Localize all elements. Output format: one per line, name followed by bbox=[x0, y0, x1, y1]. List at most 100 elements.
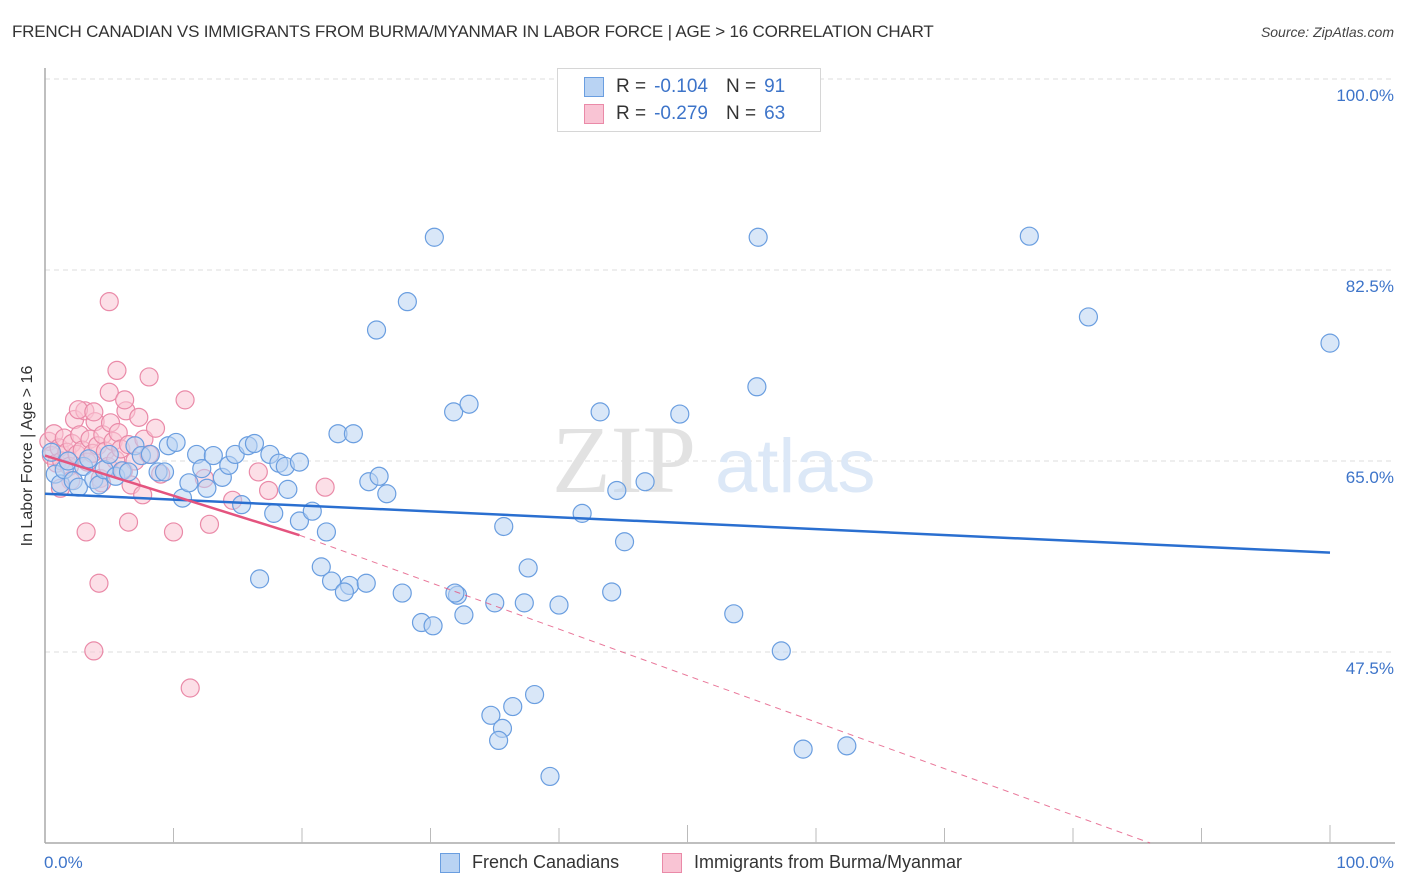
data-point-french-canadians bbox=[748, 227, 768, 247]
data-point-french-canadians bbox=[793, 739, 813, 759]
r-label: R = bbox=[616, 103, 647, 124]
data-point-french-canadians bbox=[771, 641, 791, 661]
data-point-immigrants-burma bbox=[175, 390, 195, 410]
watermark: ZIP atlas bbox=[552, 406, 876, 513]
stats-legend: R = -0.104 N = 91 R = -0.279 N = 63 bbox=[557, 68, 821, 132]
legend-row-french-canadians: R = -0.104 N = 91 bbox=[584, 75, 785, 99]
data-point-french-canadians bbox=[232, 495, 252, 515]
data-point-french-canadians bbox=[1019, 226, 1039, 246]
pink-swatch-icon bbox=[662, 852, 682, 873]
data-point-immigrants-burma bbox=[199, 514, 220, 534]
data-point-french-canadians bbox=[607, 480, 627, 501]
data-point-french-canadians bbox=[590, 402, 610, 422]
r-value: -0.104 bbox=[654, 76, 708, 97]
series-legend: French Canadians Immigrants from Burma/M… bbox=[0, 852, 1406, 878]
blue-swatch-icon bbox=[584, 77, 604, 97]
y-tick-label: 82.5% bbox=[1345, 277, 1394, 296]
gridlines bbox=[45, 78, 1395, 653]
data-point-french-canadians bbox=[747, 377, 767, 397]
data-point-french-canadians bbox=[356, 573, 376, 593]
data-point-immigrants-burma bbox=[139, 367, 159, 387]
data-point-french-canadians bbox=[179, 473, 199, 493]
data-point-french-canadians bbox=[79, 449, 99, 469]
data-point-immigrants-burma bbox=[180, 678, 200, 698]
data-point-immigrants-burma bbox=[258, 480, 279, 501]
data-point-immigrants-burma bbox=[107, 360, 127, 381]
data-point-immigrants-burma bbox=[84, 402, 104, 422]
data-point-french-canadians bbox=[377, 484, 397, 504]
data-point-french-canadians bbox=[454, 605, 474, 625]
data-point-immigrants-burma bbox=[248, 462, 268, 482]
data-point-french-canadians bbox=[614, 532, 635, 552]
data-point-french-canadians bbox=[343, 424, 363, 444]
data-point-french-canadians bbox=[540, 766, 560, 787]
data-point-french-canadians bbox=[1320, 333, 1340, 353]
r-value: -0.279 bbox=[654, 103, 708, 124]
data-point-french-canadians bbox=[392, 583, 412, 603]
data-point-french-canadians bbox=[203, 445, 223, 466]
data-point-french-canadians bbox=[1078, 307, 1099, 327]
r-label: R = bbox=[616, 76, 647, 97]
data-point-french-canadians bbox=[837, 736, 857, 756]
data-point-french-canadians bbox=[264, 503, 284, 523]
data-point-immigrants-burma bbox=[89, 573, 109, 593]
data-point-french-canadians bbox=[445, 583, 465, 603]
legend-item-immigrants-burma[interactable]: Immigrants from Burma/Myanmar bbox=[662, 852, 962, 873]
data-point-immigrants-burma bbox=[129, 407, 149, 427]
data-point-french-canadians bbox=[249, 569, 270, 589]
data-point-immigrants-burma bbox=[163, 522, 184, 542]
data-point-immigrants-burma bbox=[118, 512, 139, 532]
data-point-french-canadians bbox=[334, 582, 355, 602]
data-point-french-canadians bbox=[99, 444, 119, 465]
data-point-french-canadians bbox=[514, 593, 534, 613]
n-value: 63 bbox=[764, 103, 786, 124]
data-point-french-canadians bbox=[118, 462, 139, 482]
data-point-immigrants-burma bbox=[315, 477, 335, 497]
data-point-french-canadians bbox=[485, 593, 505, 613]
trend-lines bbox=[44, 454, 1331, 844]
data-point-french-canadians bbox=[524, 684, 545, 705]
data-point-french-canadians bbox=[670, 404, 690, 424]
watermark-atlas: atlas bbox=[715, 424, 876, 509]
legend-label: Immigrants from Burma/Myanmar bbox=[694, 852, 963, 872]
legend-row-immigrants-burma: R = -0.279 N = 63 bbox=[584, 102, 785, 126]
trend-line-immigrants-burma-extrapolated bbox=[299, 534, 1151, 844]
data-point-french-canadians bbox=[397, 292, 417, 312]
n-label: N = bbox=[725, 76, 757, 97]
data-point-french-canadians bbox=[369, 466, 389, 486]
data-point-french-canadians bbox=[459, 394, 479, 414]
n-label: N = bbox=[725, 103, 757, 124]
data-point-immigrants-burma bbox=[115, 390, 135, 410]
data-point-french-canadians bbox=[635, 472, 655, 492]
y-axis-label: In Labor Force | Age > 16 bbox=[19, 365, 36, 547]
y-tick-label: 65.0% bbox=[1345, 468, 1394, 487]
data-point-french-canadians bbox=[244, 433, 265, 454]
data-point-immigrants-burma bbox=[84, 641, 104, 661]
data-point-french-canadians bbox=[316, 522, 337, 542]
watermark-zip: ZIP bbox=[552, 406, 696, 513]
n-value: 91 bbox=[764, 76, 786, 97]
legend-label: French Canadians bbox=[472, 852, 620, 872]
data-point-french-canadians bbox=[423, 616, 443, 636]
data-point-french-canadians bbox=[289, 452, 310, 472]
data-point-french-canadians bbox=[494, 516, 514, 537]
data-point-french-canadians bbox=[197, 478, 217, 498]
data-point-french-canadians bbox=[366, 320, 387, 340]
data-point-french-canadians bbox=[724, 604, 744, 624]
data-point-immigrants-burma bbox=[76, 522, 96, 542]
y-tick-label: 100.0% bbox=[1336, 86, 1394, 105]
data-point-immigrants-burma bbox=[145, 418, 166, 438]
data-point-french-canadians bbox=[154, 462, 175, 482]
data-point-french-canadians bbox=[503, 696, 523, 717]
data-point-immigrants-burma bbox=[99, 292, 119, 312]
legend-item-french-canadians[interactable]: French Canadians bbox=[440, 852, 619, 873]
scatter-chart: ZIP atlas bbox=[39, 68, 1395, 844]
data-point-french-canadians bbox=[518, 558, 538, 578]
data-point-french-canadians bbox=[166, 432, 186, 453]
data-point-french-canadians bbox=[278, 479, 298, 499]
pink-swatch-icon bbox=[584, 104, 604, 124]
data-point-french-canadians bbox=[424, 227, 444, 247]
data-point-french-canadians bbox=[549, 595, 569, 615]
blue-swatch-icon bbox=[440, 852, 460, 873]
y-tick-label: 47.5% bbox=[1345, 659, 1394, 678]
